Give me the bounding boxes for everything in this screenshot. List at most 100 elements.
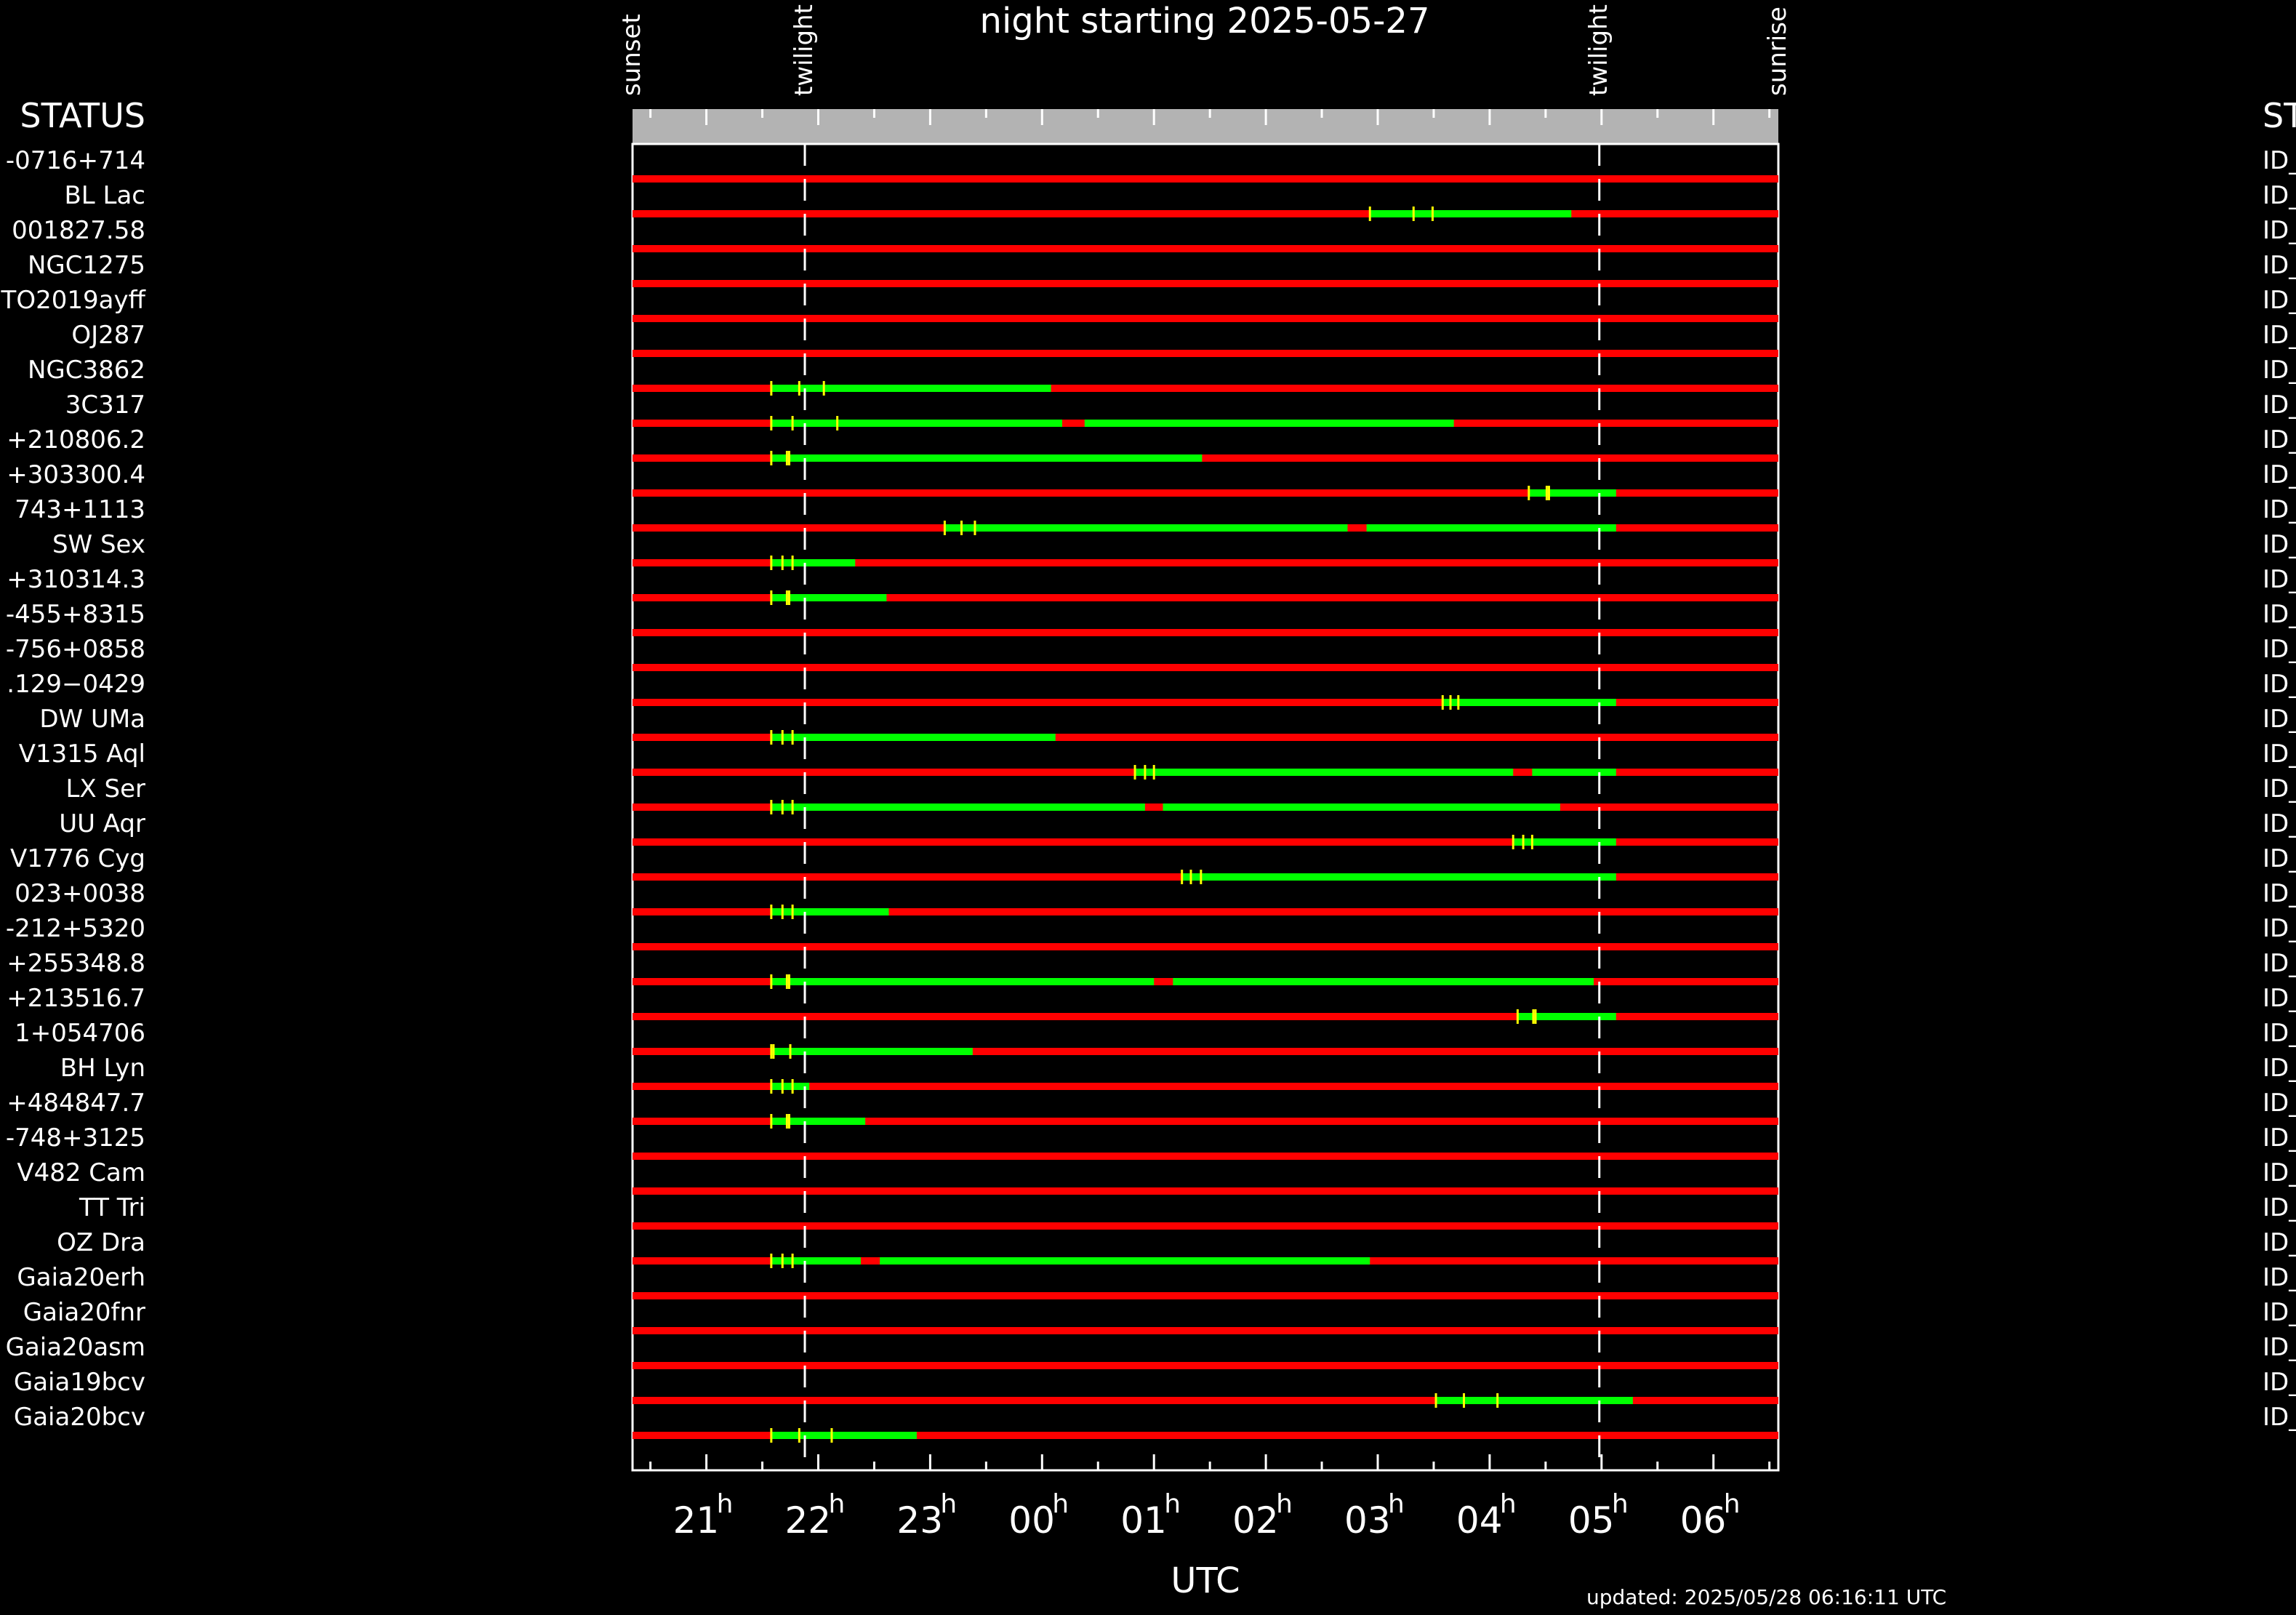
row-label: Gaia20asm (6, 1333, 145, 1362)
row-status-right: ID_ (2263, 1158, 2296, 1187)
x-tick-label-sup: h (1388, 1489, 1405, 1519)
x-tick-label-sup: h (1164, 1489, 1181, 1519)
x-tick-label: 21 (673, 1499, 720, 1542)
x-tick-label: 01 (1120, 1499, 1167, 1542)
row-label: Gaia20erh (17, 1263, 145, 1292)
row-label: +210806.2 (7, 425, 145, 454)
row-status-right: ID_ (2263, 390, 2296, 420)
row-label: +310314.3 (7, 565, 145, 594)
row-status-right: ID_ (2263, 1089, 2296, 1118)
row-label: +213516.7 (7, 984, 145, 1013)
row-status-right: ID_ (2263, 286, 2296, 315)
row-status-right: ID_ (2263, 705, 2296, 734)
updated-timestamp: updated: 2025/05/28 06:16:11 UTC (1586, 1585, 1946, 1609)
event-label-sunrise: sunrise (1763, 7, 1792, 96)
row-label: NGC3862 (28, 356, 145, 385)
x-tick-label: 03 (1344, 1499, 1391, 1542)
row-label: -756+0858 (6, 635, 145, 664)
event-label-sunset: sunset (617, 14, 646, 96)
x-tick-label-sup: h (1276, 1489, 1293, 1519)
row-label: V1776 Cyg (10, 844, 145, 873)
event-label-twilight: twilight (790, 4, 819, 96)
row-label: UU Aqr (59, 809, 145, 838)
row-status-right: ID_ (2263, 1123, 2296, 1153)
row-status-right: ID_ (2263, 879, 2296, 908)
row-label: OJ287 (71, 321, 145, 350)
row-label: -748+3125 (6, 1123, 145, 1153)
row-label: +255348.8 (7, 949, 145, 978)
x-tick-label-sup: h (1724, 1489, 1741, 1519)
row-label: V1315 Aql (19, 740, 145, 769)
x-tick-label: 02 (1232, 1499, 1279, 1542)
row-label: TO2019ayff (1, 286, 147, 315)
x-tick-label-sup: h (1612, 1489, 1629, 1519)
row-status-right: ID_ (2263, 146, 2296, 175)
row-label: LX Ser (65, 774, 145, 804)
row-status-right: ID_ (2263, 1263, 2296, 1292)
row-label: OZ Dra (57, 1228, 145, 1257)
status-header-left: STATUS (20, 96, 145, 135)
row-label: BH Lyn (60, 1054, 145, 1083)
row-label: 001827.58 (12, 216, 145, 245)
row-label: V482 Cam (17, 1158, 145, 1187)
status-header-right: ST (2263, 96, 2296, 135)
row-status-right: ID_ (2263, 1368, 2296, 1397)
row-status-right: ID_ (2263, 321, 2296, 350)
row-label: BL Lac (64, 181, 145, 210)
x-tick-label: 05 (1568, 1499, 1615, 1542)
row-status-right: ID_ (2263, 1333, 2296, 1362)
row-label: 3C317 (65, 390, 145, 420)
row-status-right: ID_ (2263, 600, 2296, 629)
row-status-right: ID_ (2263, 984, 2296, 1013)
row-label: +303300.4 (7, 460, 145, 489)
row-status-right: ID_ (2263, 216, 2296, 245)
row-status-right: ID_ (2263, 1298, 2296, 1327)
event-label-twilight: twilight (1584, 4, 1613, 96)
row-status-right: ID_ (2263, 425, 2296, 454)
x-tick-label-sup: h (940, 1489, 957, 1519)
row-label: NGC1275 (28, 251, 145, 280)
row-status-right: ID_ (2263, 495, 2296, 524)
row-status-right: ID_ (2263, 1054, 2296, 1083)
row-status-right: ID_ (2263, 949, 2296, 978)
row-status-right: ID_ (2263, 774, 2296, 804)
row-label: -455+8315 (6, 600, 145, 629)
row-label: Gaia19bcv (14, 1368, 145, 1397)
row-label: -212+5320 (6, 914, 145, 943)
row-status-right: ID_ (2263, 740, 2296, 769)
row-status-right: ID_ (2263, 914, 2296, 943)
row-status-right: ID_ (2263, 1403, 2296, 1432)
row-status-right: ID_ (2263, 251, 2296, 280)
row-status-right: ID_ (2263, 635, 2296, 664)
row-label: TT Tri (79, 1193, 145, 1222)
x-tick-label: 22 (784, 1499, 831, 1542)
row-status-right: ID_ (2263, 670, 2296, 699)
row-status-right: ID_ (2263, 565, 2296, 594)
row-status-right: ID_ (2263, 530, 2296, 559)
row-status-right: ID_ (2263, 181, 2296, 210)
row-label: 1+054706 (15, 1019, 145, 1048)
row-label: SW Sex (52, 530, 145, 559)
x-tick-label: 23 (896, 1499, 943, 1542)
x-tick-label-sup: h (717, 1489, 734, 1519)
x-tick-label-sup: h (828, 1489, 845, 1519)
row-label: -0716+714 (6, 146, 145, 175)
row-label: +484847.7 (7, 1089, 145, 1118)
row-label: .129−0429 (7, 670, 145, 699)
visibility-chart: night starting 2025-05-27 STATUS ST 21h 2… (0, 0, 2296, 1615)
row-status-right: ID_ (2263, 809, 2296, 838)
header-bar (633, 109, 1778, 144)
row-label: 023+0038 (15, 879, 145, 908)
row-label: Gaia20fnr (23, 1298, 145, 1327)
row-status-right: ID_ (2263, 844, 2296, 873)
x-tick-label: 06 (1680, 1499, 1727, 1542)
row-label: Gaia20bcv (14, 1403, 145, 1432)
x-tick-label-sup: h (1052, 1489, 1069, 1519)
row-status-right: ID_ (2263, 460, 2296, 489)
row-status-right: ID_ (2263, 1193, 2296, 1222)
row-status-right: ID_ (2263, 356, 2296, 385)
row-label: 743+1113 (15, 495, 145, 524)
row-label: DW UMa (39, 705, 145, 734)
x-tick-label: 00 (1008, 1499, 1055, 1542)
x-tick-label-sup: h (1500, 1489, 1517, 1519)
